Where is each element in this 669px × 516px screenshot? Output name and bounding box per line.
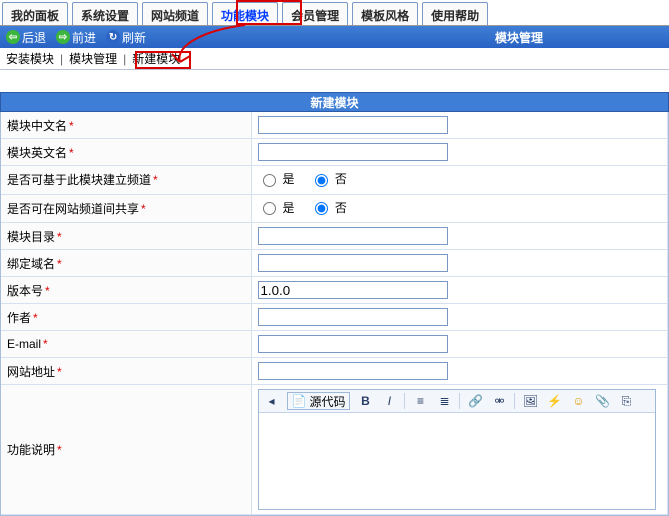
- tab-template-style[interactable]: 模板风格: [352, 2, 418, 25]
- arrow-right-icon: ⇨: [56, 30, 70, 44]
- version-input[interactable]: [258, 281, 448, 299]
- flash-button[interactable]: ⚡: [545, 392, 563, 410]
- label-bind-domain: 绑定域名: [7, 257, 55, 271]
- module-directory-input[interactable]: [258, 227, 448, 245]
- channel-based-yes-radio[interactable]: [263, 174, 276, 187]
- required-star: *: [57, 230, 62, 244]
- navbar-title: 模块管理: [495, 29, 663, 46]
- tab-feature-modules[interactable]: 功能模块: [212, 2, 278, 25]
- bind-domain-input[interactable]: [258, 254, 448, 272]
- new-module-form: 模块中文名* 模块英文名* 是否可基于此模块建立频道* 是 否 是否可在网站频道…: [0, 112, 669, 516]
- label-shared-channels: 是否可在网站频道间共享: [7, 202, 139, 216]
- nav-forward-label: 前进: [72, 29, 96, 46]
- label-website: 网站地址: [7, 365, 55, 379]
- source-code-button[interactable]: 📄 源代码: [287, 392, 351, 410]
- radio-yes-label: 是: [283, 170, 295, 187]
- tab-system-settings[interactable]: 系统设置: [72, 2, 138, 25]
- subtab-module-management[interactable]: 模块管理: [69, 50, 117, 67]
- label-channel-based: 是否可基于此模块建立频道: [7, 173, 151, 187]
- label-module-en-name: 模块英文名: [7, 146, 67, 160]
- label-version: 版本号: [7, 284, 43, 298]
- toolbar-divider: [404, 393, 405, 409]
- tab-my-panel[interactable]: 我的面板: [2, 2, 68, 25]
- bulleted-list-button[interactable]: ≣: [435, 392, 453, 410]
- required-star: *: [69, 119, 74, 133]
- label-module-cn-name: 模块中文名: [7, 119, 67, 133]
- top-tabs: 我的面板 系统设置 网站频道 功能模块 会员管理 模板风格 使用帮助: [0, 0, 669, 26]
- emoji-button[interactable]: ☺: [569, 392, 587, 410]
- document-icon: 📄: [292, 394, 307, 408]
- navbar: ⇦ 后退 ⇨ 前进 ↻ 刷新 模块管理: [0, 26, 669, 48]
- attach-button[interactable]: 📎: [593, 392, 611, 410]
- radio-yes-label: 是: [283, 199, 295, 216]
- email-input[interactable]: [258, 335, 448, 353]
- module-cn-name-input[interactable]: [258, 116, 448, 134]
- required-star: *: [33, 311, 38, 325]
- page-break-button[interactable]: ⎘: [617, 392, 635, 410]
- separator: |: [60, 52, 63, 66]
- collapse-button[interactable]: ◂: [263, 392, 281, 410]
- subtab-new-module[interactable]: 新建模块: [132, 50, 180, 67]
- separator: |: [123, 52, 126, 66]
- label-description: 功能说明: [7, 443, 55, 457]
- nav-refresh-button[interactable]: ↻ 刷新: [106, 29, 146, 46]
- required-star: *: [141, 202, 146, 216]
- shared-channels-no-radio[interactable]: [315, 202, 328, 215]
- unlink-button[interactable]: ⚮: [490, 392, 508, 410]
- bold-button[interactable]: B: [356, 392, 374, 410]
- nav-back-label: 后退: [22, 29, 46, 46]
- shared-channels-yes-radio[interactable]: [263, 202, 276, 215]
- required-star: *: [153, 173, 158, 187]
- tab-member-management[interactable]: 会员管理: [282, 2, 348, 25]
- tab-help[interactable]: 使用帮助: [422, 2, 488, 25]
- image-button[interactable]: 🖼: [521, 392, 539, 410]
- subtab-install-module[interactable]: 安装模块: [6, 50, 54, 67]
- label-module-directory: 模块目录: [7, 230, 55, 244]
- required-star: *: [57, 365, 62, 379]
- toolbar-divider: [459, 393, 460, 409]
- numbered-list-button[interactable]: ≡: [411, 392, 429, 410]
- channel-based-no-radio[interactable]: [315, 174, 328, 187]
- module-en-name-input[interactable]: [258, 143, 448, 161]
- toolbar-divider: [514, 393, 515, 409]
- source-code-label: 源代码: [309, 393, 345, 410]
- italic-button[interactable]: I: [380, 392, 398, 410]
- editor-textarea[interactable]: [259, 413, 655, 509]
- radio-no-label: 否: [335, 170, 347, 187]
- editor-toolbar: ◂ 📄 源代码 B I ≡ ≣ 🔗 ⚮ 🖼 ⚡ ☺: [259, 390, 655, 413]
- required-star: *: [69, 146, 74, 160]
- required-star: *: [45, 284, 50, 298]
- website-input[interactable]: [258, 362, 448, 380]
- author-input[interactable]: [258, 308, 448, 326]
- rich-text-editor: ◂ 📄 源代码 B I ≡ ≣ 🔗 ⚮ 🖼 ⚡ ☺: [258, 389, 656, 510]
- required-star: *: [43, 337, 48, 351]
- refresh-icon: ↻: [106, 30, 120, 44]
- nav-forward-button[interactable]: ⇨ 前进: [56, 29, 96, 46]
- tab-site-channels[interactable]: 网站频道: [142, 2, 208, 25]
- link-button[interactable]: 🔗: [466, 392, 484, 410]
- arrow-left-icon: ⇦: [6, 30, 20, 44]
- required-star: *: [57, 443, 62, 457]
- required-star: *: [57, 257, 62, 271]
- nav-refresh-label: 刷新: [122, 29, 146, 46]
- form-title: 新建模块: [0, 92, 669, 112]
- label-author: 作者: [7, 311, 31, 325]
- subtabs: 安装模块 | 模块管理 | 新建模块: [0, 48, 669, 70]
- nav-back-button[interactable]: ⇦ 后退: [6, 29, 46, 46]
- radio-no-label: 否: [335, 199, 347, 216]
- label-email: E-mail: [7, 337, 41, 351]
